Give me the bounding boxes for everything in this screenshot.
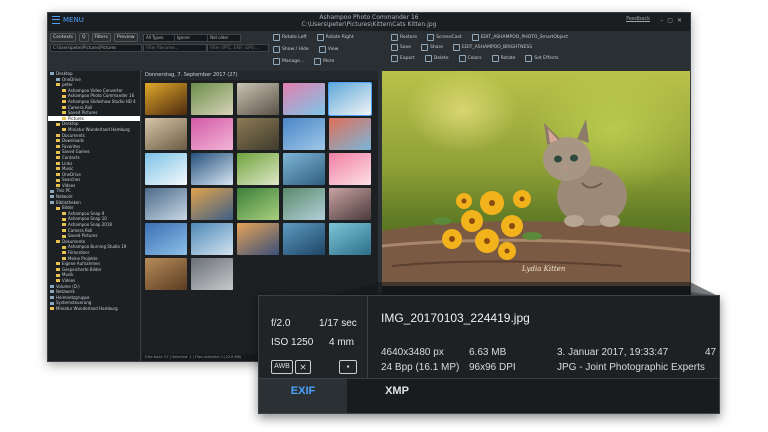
- awb-badge: AWB: [271, 360, 293, 374]
- resolution-dpi: 96x96 DPI: [469, 362, 516, 373]
- image-dimensions: 4640x3480 px: [381, 347, 444, 358]
- metering-icon: ▪: [339, 360, 357, 374]
- iso-value: ISO 1250: [271, 337, 314, 348]
- filename: IMG_20170103_224419.jpg: [381, 311, 530, 325]
- shutter-value: 1/17 sec: [319, 318, 357, 329]
- extra-value: 47: [705, 347, 717, 358]
- file-format: JPG - Joint Photographic Experts: [557, 362, 705, 373]
- flash-off-icon: ⨯: [295, 360, 311, 374]
- file-date: 3. Januar 2017, 19:33:47: [557, 347, 669, 358]
- aperture-value: f/2.0: [271, 318, 291, 329]
- bit-depth: 24 Bpp (16.1 MP): [381, 362, 460, 373]
- file-size: 6.63 MB: [469, 347, 507, 358]
- tab-xmp[interactable]: XMP: [357, 379, 437, 413]
- metadata-tabs: EXIF XMP: [259, 378, 719, 413]
- info-panel: f/2.0 1/17 sec ISO 1250 4 mm AWB ⨯ ▪ IMG…: [258, 295, 720, 414]
- focal-value: 4 mm: [329, 337, 354, 348]
- tab-exif[interactable]: EXIF: [259, 379, 347, 413]
- exif-summary: f/2.0 1/17 sec ISO 1250 4 mm AWB ⨯ ▪: [259, 296, 368, 378]
